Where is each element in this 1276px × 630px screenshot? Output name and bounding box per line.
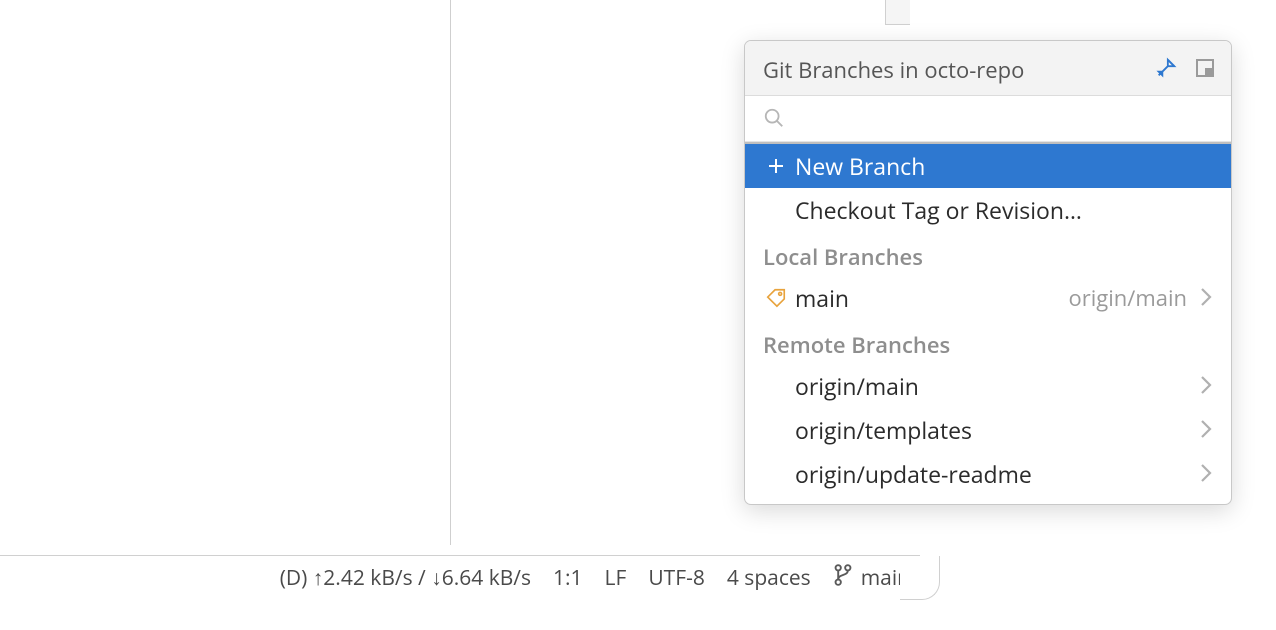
remote-branch-name: origin/update-readme [761, 458, 1199, 490]
remote-branches-header: Remote Branches [745, 320, 1231, 364]
chevron-right-icon [1199, 414, 1213, 446]
chevron-right-icon [1199, 458, 1213, 490]
popup-title: Git Branches in octo-repo [763, 55, 1155, 85]
status-encoding[interactable]: UTF-8 [648, 564, 704, 592]
scrollbar-corner [885, 0, 910, 25]
status-caret-position[interactable]: 1:1 [553, 564, 583, 592]
popup-search-row[interactable] [745, 96, 1231, 142]
local-branch-tracking: origin/main [1069, 283, 1187, 313]
remote-branch-origin-templates[interactable]: origin/templates [745, 408, 1231, 452]
new-branch-action[interactable]: New Branch [745, 144, 1231, 188]
remote-branch-origin-main[interactable]: origin/main [745, 364, 1231, 408]
status-bar-corner [900, 556, 940, 600]
git-branches-popup: Git Branches in octo-repo [744, 40, 1232, 505]
status-indent[interactable]: 4 spaces [727, 564, 811, 592]
remote-branch-name: origin/templates [761, 414, 1199, 446]
branch-search-input[interactable] [795, 106, 1215, 129]
local-branch-main[interactable]: main origin/main [745, 276, 1231, 320]
local-branches-header: Local Branches [745, 232, 1231, 276]
status-git-branch[interactable]: main [833, 563, 910, 594]
status-network[interactable]: (D) ↑2.42 kB/s / ↓6.64 kB/s [280, 564, 531, 592]
search-icon [763, 107, 785, 129]
remote-branch-name: origin/main [761, 370, 1199, 402]
remote-branch-origin-update-readme[interactable]: origin/update-readme [745, 452, 1231, 496]
chevron-right-icon [1199, 370, 1213, 402]
tag-icon [761, 287, 791, 309]
chevron-right-icon [1199, 282, 1213, 314]
status-line-separator[interactable]: LF [605, 564, 627, 592]
plus-icon [761, 157, 791, 175]
resize-icon[interactable] [1195, 58, 1215, 83]
editor-split-divider[interactable] [450, 0, 451, 545]
checkout-tag-action[interactable]: Checkout Tag or Revision… [745, 188, 1231, 232]
checkout-tag-label: Checkout Tag or Revision… [791, 194, 1213, 226]
popup-header: Git Branches in octo-repo [745, 41, 1231, 96]
status-bar: (D) ↑2.42 kB/s / ↓6.64 kB/s 1:1 LF UTF-8… [0, 555, 920, 600]
git-branch-icon [833, 563, 853, 594]
pin-icon[interactable] [1155, 57, 1177, 84]
new-branch-label: New Branch [791, 150, 1213, 182]
local-branch-name: main [791, 282, 1069, 314]
